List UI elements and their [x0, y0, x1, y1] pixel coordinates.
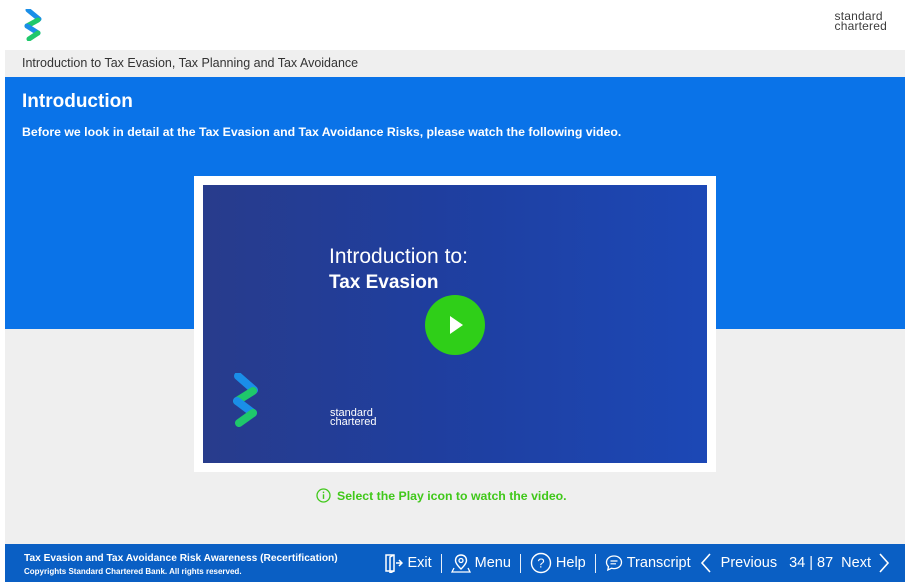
breadcrumb: Introduction to Tax Evasion, Tax Plannin… [5, 50, 905, 77]
previous-label: Previous [720, 555, 778, 571]
help-label: Help [555, 555, 586, 571]
menu-label: Menu [474, 555, 511, 571]
intro-text: Before we look in detail at the Tax Evas… [22, 125, 622, 139]
next-label: Next [841, 555, 871, 571]
svg-text:?: ? [537, 556, 544, 571]
page-counter: 34 | 87 [789, 555, 834, 571]
sc-logo-icon [24, 9, 42, 41]
menu-button[interactable]: Menu [450, 553, 511, 573]
exit-button[interactable]: Exit [383, 553, 432, 573]
previous-button[interactable]: Previous [699, 552, 777, 574]
video-brand-line2: chartered [330, 416, 377, 428]
content-stage: Introduction to Tax Evasion, Tax Plannin… [5, 50, 905, 544]
help-icon: ? [530, 552, 552, 574]
play-button[interactable] [425, 295, 485, 355]
play-hint-text: Select the Play icon to watch the video. [337, 488, 567, 503]
next-button[interactable]: Next [841, 552, 895, 574]
sc-logo-icon [233, 373, 258, 427]
video-title-line1: Introduction to: [329, 245, 468, 268]
location-pin-icon [450, 554, 471, 573]
video-brand-wordmark: standard chartered [330, 408, 377, 428]
course-title: Tax Evasion and Tax Avoidance Risk Aware… [24, 553, 338, 564]
nav-divider [594, 553, 596, 573]
chevron-left-icon [700, 553, 711, 573]
nav-divider [519, 553, 521, 573]
exit-icon [385, 554, 404, 573]
exit-label: Exit [407, 555, 432, 571]
transcript-button[interactable]: Transcript [605, 554, 691, 572]
help-button[interactable]: ? Help [530, 552, 586, 574]
speech-bubble-icon [605, 555, 622, 572]
copyright-text: Copyrights Standard Chartered Bank. All … [24, 567, 242, 576]
chevron-right-icon [879, 553, 890, 573]
page-title: Introduction [22, 91, 133, 112]
video-player[interactable]: Introduction to: Tax Evasion standard ch… [194, 176, 716, 472]
header: standard chartered [0, 0, 909, 50]
footer-nav: Exit Menu ? Help Transcript Previous 34 … [383, 544, 895, 582]
video-title-line2: Tax Evasion [329, 272, 439, 293]
transcript-label: Transcript [626, 555, 691, 571]
play-hint: Select the Play icon to watch the video. [316, 488, 567, 503]
info-icon [316, 488, 331, 503]
footer-bar: Tax Evasion and Tax Avoidance Risk Aware… [5, 544, 905, 582]
brand-wordmark: standard chartered [834, 10, 888, 33]
video-screen[interactable]: Introduction to: Tax Evasion standard ch… [203, 185, 707, 463]
play-icon [450, 316, 463, 334]
brand-line2: chartered [834, 19, 887, 33]
nav-divider [440, 553, 442, 573]
